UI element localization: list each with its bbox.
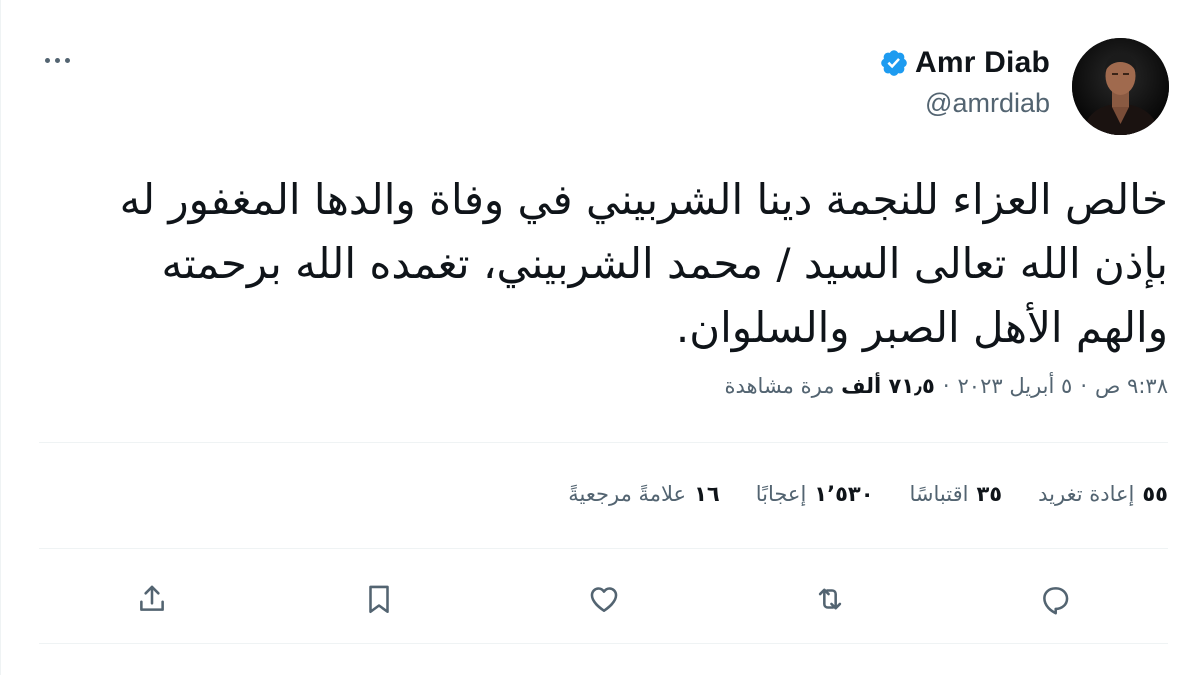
tweet-text: خالص العزاء للنجمة دينا الشربيني في وفاة… [119,175,1168,352]
retweet-button[interactable] [807,576,853,622]
stat-count: ٣٥ [976,482,1003,506]
action-bar [1,576,1200,622]
bookmark-icon [369,585,389,614]
stat-count: ٥٥ [1142,482,1168,506]
stat-likes[interactable]: ١٬٥٣٠ إعجابًا [756,482,874,506]
avatar-image [1072,38,1169,135]
retweet-icon [818,588,842,610]
avatar[interactable] [1072,38,1169,135]
more-dot [54,57,60,63]
tweet-date[interactable]: ٥ أبريل ٢٠٢٣ [958,374,1073,398]
meta-separator: · [1080,374,1087,398]
views: ٧١٫٥ ألف مرة مشاهدة [724,374,934,398]
divider [39,548,1168,549]
tweet-stats: ٥٥ إعادة تغريد ٣٥ اقتباسًا ١٬٥٣٠ إعجابًا… [568,482,1168,506]
stat-label: إعادة تغريد [1038,482,1135,506]
tweet-card: Amr Diab @amrdiab خالص العزاء للنجمة دين… [0,0,1200,675]
heart-icon [590,587,618,613]
tweet-time[interactable]: ٩:٣٨ ص [1095,374,1168,398]
more-dot [44,57,50,63]
like-button[interactable] [581,576,627,622]
bookmark-button[interactable] [356,576,402,622]
divider [39,643,1168,644]
more-dot [64,57,70,63]
views-count: ٧١٫٥ ألف [841,374,935,398]
stat-label: علامةً مرجعيةً [568,482,687,506]
more-options-icon[interactable] [39,48,75,72]
verified-badge-icon [881,50,907,76]
author-name[interactable]: Amr Diab [915,46,1050,80]
stat-label: اقتباسًا [909,482,969,506]
meta-separator: · [942,374,950,398]
reply-button[interactable] [1032,576,1078,622]
author-name-row[interactable]: Amr Diab [879,46,1050,80]
tweet-meta: ٩:٣٨ ص · ٥ أبريل ٢٠٢٣ · ٧١٫٥ ألف مرة مشا… [724,374,1168,398]
divider [39,442,1168,443]
reply-icon [1043,587,1069,615]
stat-count: ١٦ [694,482,720,506]
share-button[interactable] [129,576,175,622]
views-label: مرة مشاهدة [724,374,835,398]
stat-bookmarks[interactable]: ١٦ علامةً مرجعيةً [568,482,719,506]
author-handle[interactable]: @amrdiab [925,88,1050,119]
stat-quotes[interactable]: ٣٥ اقتباسًا [910,482,1003,506]
stat-label: إعجابًا [755,482,807,506]
stat-count: ١٬٥٣٠ [814,482,874,506]
stat-retweets[interactable]: ٥٥ إعادة تغريد [1038,482,1168,506]
share-icon [140,585,164,611]
